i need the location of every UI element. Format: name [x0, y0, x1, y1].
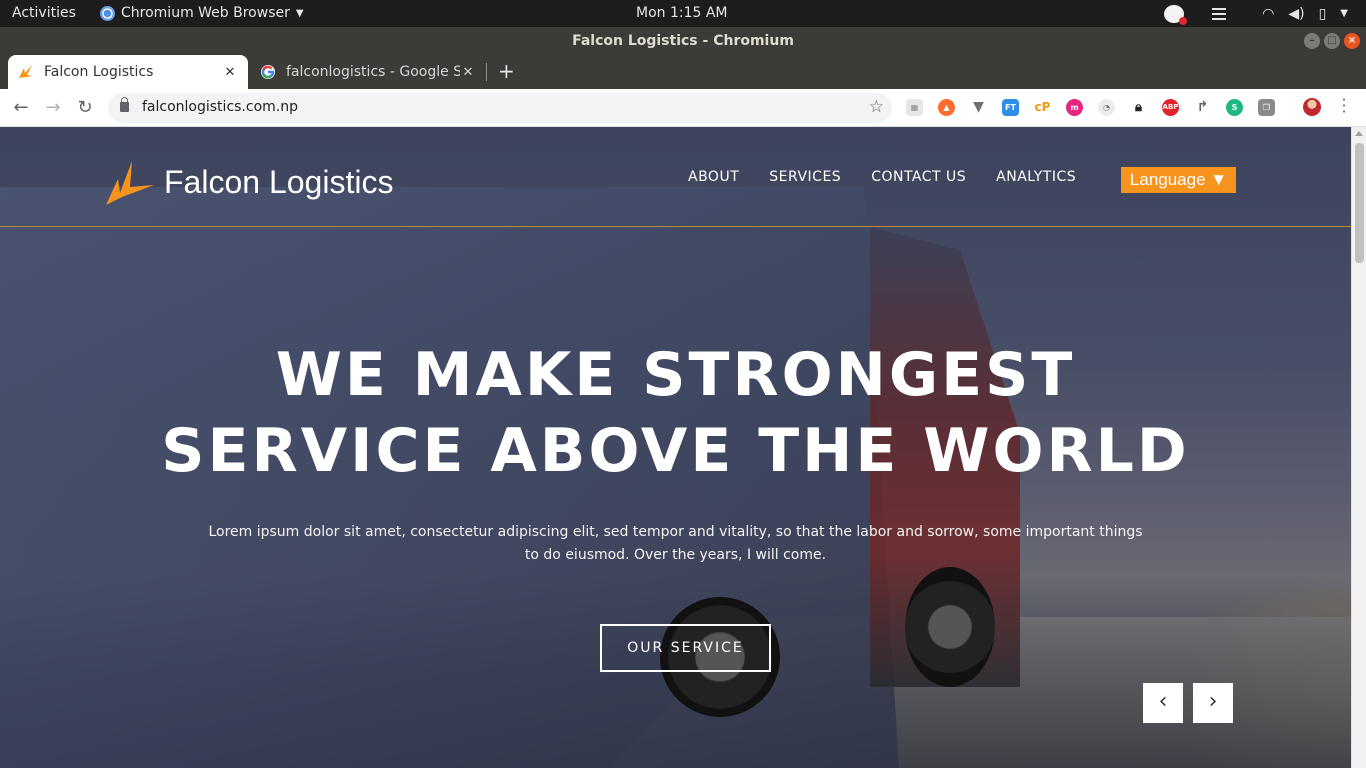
- window-titlebar: Falcon Logistics - Chromium – □ ×: [0, 27, 1366, 55]
- our-service-button[interactable]: OUR SERVICE: [600, 624, 771, 672]
- site-logo[interactable]: Falcon Logistics: [104, 157, 393, 207]
- window-title: Falcon Logistics - Chromium: [572, 33, 794, 49]
- tab-title: Falcon Logistics: [44, 64, 154, 80]
- scroll-up-icon[interactable]: [1355, 131, 1363, 136]
- os-top-panel: Activities Chromium Web Browser ▼ Mon 1:…: [0, 0, 1366, 27]
- hero-section: WE MAKE STRONGEST SERVICE ABOVE THE WORL…: [0, 337, 1351, 563]
- tab-google-search[interactable]: falconlogistics - Google Se ✕: [250, 55, 486, 89]
- nav-contact-us[interactable]: CONTACT US: [871, 169, 966, 185]
- tab-title: falconlogistics - Google Se: [286, 64, 460, 80]
- tab-strip: Falcon Logistics ✕ falconlogistics - Goo…: [0, 55, 1366, 89]
- browser-menu-icon[interactable]: · · ·: [1338, 92, 1350, 120]
- clock[interactable]: Mon 1:15 AM: [636, 5, 728, 21]
- falcon-logo-icon: [106, 161, 154, 205]
- site-header: Falcon Logistics ABOUT SERVICES CONTACT …: [0, 127, 1351, 227]
- tab-falcon-logistics[interactable]: Falcon Logistics ✕: [8, 55, 248, 89]
- language-button[interactable]: Language ▼: [1121, 167, 1236, 193]
- nav-about[interactable]: ABOUT: [688, 169, 739, 185]
- minimize-icon[interactable]: –: [1304, 33, 1320, 49]
- nav-services[interactable]: SERVICES: [769, 169, 841, 185]
- url-text[interactable]: falconlogistics.com.np: [142, 99, 298, 115]
- hero-heading-line-1: WE MAKE STRONGEST: [275, 340, 1076, 410]
- page-scrollbar[interactable]: [1351, 127, 1366, 768]
- main-nav: ABOUT SERVICES CONTACT US ANALYTICS: [688, 169, 1106, 185]
- new-tab-button[interactable]: +: [498, 60, 515, 82]
- extension-grid-icon[interactable]: ▦: [906, 99, 923, 116]
- notification-icon[interactable]: [1164, 4, 1188, 25]
- extension-flame-icon[interactable]: ▲: [938, 99, 955, 116]
- brand-name: Falcon Logistics: [164, 163, 394, 200]
- extension-arrow-icon[interactable]: ↱: [1194, 99, 1211, 116]
- battery-icon[interactable]: ▯: [1319, 6, 1327, 22]
- tab-separator: [486, 63, 487, 81]
- slider-prev-button[interactable]: ‹: [1143, 683, 1183, 723]
- close-tab-icon[interactable]: ✕: [460, 65, 476, 80]
- extension-m-icon[interactable]: m: [1066, 99, 1083, 116]
- close-tab-icon[interactable]: ✕: [222, 65, 238, 80]
- adblock-plus-icon[interactable]: ABP: [1162, 99, 1179, 116]
- volume-icon[interactable]: ◀): [1288, 6, 1304, 22]
- bookmark-star-icon[interactable]: ☆: [869, 97, 884, 117]
- extension-lock-icon[interactable]: 🔒︎: [1130, 99, 1147, 116]
- slider-next-button[interactable]: ›: [1193, 683, 1233, 723]
- extension-ft-icon[interactable]: FT: [1002, 99, 1019, 116]
- activities-button[interactable]: Activities: [12, 5, 76, 21]
- web-page: Falcon Logistics ABOUT SERVICES CONTACT …: [0, 127, 1351, 768]
- system-tray: ◠ ◀) ▯ ▼: [1164, 0, 1366, 27]
- scrollbar-thumb[interactable]: [1355, 143, 1364, 263]
- extension-face-icon[interactable]: ◔: [1098, 99, 1115, 116]
- extension-s-icon[interactable]: S: [1226, 99, 1243, 116]
- menu-icon[interactable]: [1212, 7, 1227, 20]
- hero-heading-line-2: SERVICE ABOVE THE WORLD: [161, 416, 1190, 486]
- extension-cp-icon[interactable]: cP: [1034, 99, 1051, 116]
- hero-heading: WE MAKE STRONGEST SERVICE ABOVE THE WORL…: [0, 337, 1351, 489]
- wifi-icon[interactable]: ◠: [1262, 6, 1274, 22]
- hero-description: Lorem ipsum dolor sit amet, consectetur …: [208, 524, 1143, 563]
- power-menu-icon[interactable]: ▼: [1340, 8, 1348, 19]
- reload-icon[interactable]: ↻: [73, 96, 97, 120]
- app-menu-label: Chromium Web Browser: [121, 5, 290, 21]
- address-bar[interactable]: falconlogistics.com.np ☆: [108, 93, 892, 123]
- maximize-icon[interactable]: □: [1324, 33, 1340, 49]
- app-menu[interactable]: Chromium Web Browser ▼: [100, 5, 304, 21]
- nav-analytics[interactable]: ANALYTICS: [996, 169, 1076, 185]
- forward-icon[interactable]: →: [41, 96, 65, 120]
- extension-v-icon[interactable]: ▼: [970, 99, 987, 116]
- browser-toolbar: ← → ↻ falconlogistics.com.np ☆ ▦ ▲ ▼ FT …: [0, 89, 1366, 127]
- google-favicon-icon: [261, 65, 275, 79]
- extension-copy-icon[interactable]: ❐: [1258, 99, 1275, 116]
- falcon-favicon-icon: [19, 65, 33, 78]
- caret-down-icon: ▼: [295, 7, 304, 19]
- lock-icon[interactable]: [120, 97, 129, 112]
- profile-avatar-icon[interactable]: [1303, 98, 1321, 116]
- chromium-icon: [100, 5, 115, 21]
- truck-wheel-image: [905, 567, 995, 687]
- back-icon[interactable]: ←: [9, 96, 33, 120]
- close-window-icon[interactable]: ×: [1344, 33, 1360, 49]
